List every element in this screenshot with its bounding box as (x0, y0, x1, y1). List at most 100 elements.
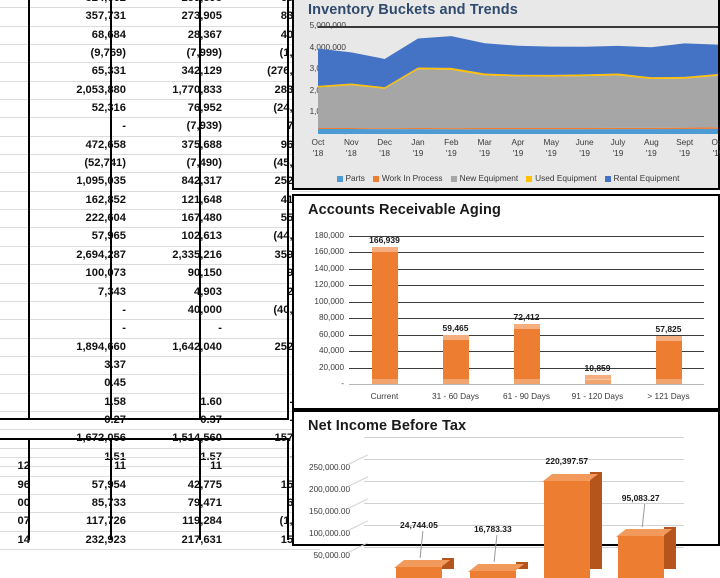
table-cell[interactable]: 375,688 (131, 136, 227, 156)
table-cell[interactable]: 842,317 (131, 172, 227, 192)
table-cell[interactable]: - (35, 117, 131, 137)
table-cell[interactable] (131, 440, 227, 459)
table-cell[interactable]: 2,335,216 (131, 246, 227, 266)
table-row[interactable]: 1.581.60-0.01 (0, 393, 320, 412)
table-cell[interactable]: 52,316 (35, 99, 131, 119)
table-row[interactable]: 14232,923217,63115,292 (0, 531, 320, 551)
table-cell[interactable]: 100,073 (35, 264, 131, 284)
table-row[interactable]: 162,852121,64841,205 (0, 191, 320, 211)
table-row[interactable]: 1,095,035842,317252,717 (0, 172, 320, 192)
table-cell[interactable]: 57,965 (35, 227, 131, 247)
net-income-chart-panel[interactable]: Net Income Before Tax 250,000.00 200,000.… (292, 410, 720, 578)
table-row[interactable]: 100,07390,1509,923 (0, 264, 320, 284)
table-cell[interactable]: 117,726 (35, 512, 131, 532)
table-row[interactable]: 0.270.37-0.10 (0, 411, 320, 431)
table-cell[interactable]: 102,613 (131, 227, 227, 247)
table-row[interactable]: 1211110 (0, 457, 320, 477)
table-row[interactable]: 222,604167,48055,124 (0, 209, 320, 229)
spreadsheet-region[interactable]: 324,662259,39865,264357,731273,90583,826… (0, 0, 320, 551)
variance-table-bottom[interactable]: 12111109657,95442,77515,1790085,73379,47… (0, 440, 320, 551)
table-cell[interactable]: 232,923 (35, 531, 131, 551)
table-row[interactable]: (9,769)(7,999)(1,770) (0, 44, 320, 64)
table-cell[interactable]: 3.37 (35, 356, 131, 376)
table-row[interactable]: 07117,726119,284(1,558) (0, 512, 320, 532)
table-cell[interactable]: 85,733 (35, 494, 131, 514)
table-cell[interactable]: - (131, 319, 227, 339)
table-cell[interactable]: 2,053,880 (35, 81, 131, 101)
table-cell[interactable]: 1.60 (131, 393, 227, 412)
table-row[interactable]: 357,731273,90583,826 (0, 7, 320, 27)
table-cell[interactable]: 4,903 (131, 283, 227, 302)
ar-aging-chart-panel[interactable]: Accounts Receivable Aging 180,000 160,000… (292, 194, 720, 410)
table-cell[interactable]: 162,852 (35, 191, 131, 211)
table-row[interactable]: 3.37 (0, 356, 320, 376)
table-cell[interactable]: 273,905 (131, 7, 227, 27)
table-cell[interactable]: 2,694,287 (35, 246, 131, 266)
table-cell[interactable]: 167,480 (131, 209, 227, 229)
table-cell[interactable] (35, 440, 131, 459)
table-cell[interactable]: 0.45 (35, 374, 131, 394)
table-cell[interactable]: 472,658 (35, 136, 131, 156)
table-row[interactable]: 0.45 (0, 374, 320, 394)
variance-table-top[interactable]: 324,662259,39865,264357,731273,90583,826… (0, 0, 320, 467)
table-row[interactable]: -(7,939)7,939 (0, 117, 320, 137)
table-row[interactable]: 2,053,8801,770,833283,047 (0, 81, 320, 101)
table-cell[interactable]: (52,741) (35, 154, 131, 174)
table-cell[interactable]: (7,490) (131, 154, 227, 174)
net-income-y-tick: 100,000.00 (309, 529, 350, 538)
table-row[interactable]: -40,000(40,000) (0, 301, 320, 321)
table-cell[interactable]: 217,631 (131, 531, 227, 551)
table-row[interactable]: 7,3434,9032,440 (0, 283, 320, 302)
table-row[interactable]: 324,662259,39865,264 (0, 0, 320, 9)
table-cell[interactable]: 90,150 (131, 264, 227, 284)
table-cell[interactable]: 68,684 (35, 26, 131, 46)
table-cell[interactable]: 7,343 (35, 283, 131, 302)
table-row[interactable]: --- (0, 319, 320, 339)
table-cell[interactable]: (9,769) (35, 44, 131, 64)
table-cell[interactable]: 1,095,035 (35, 172, 131, 192)
table-cell[interactable]: 119,284 (131, 512, 227, 532)
table-cell[interactable]: 222,604 (35, 209, 131, 229)
table-cell[interactable]: 324,662 (35, 0, 131, 9)
table-cell[interactable]: 79,471 (131, 494, 227, 514)
table-row[interactable]: (52,741)(7,490)(45,251) (0, 154, 320, 174)
table-cell[interactable]: 0.27 (35, 411, 131, 431)
ar-aging-bar (513, 324, 540, 384)
table-row[interactable]: 9657,95442,77515,179 (0, 476, 320, 496)
table-cell[interactable]: 76,952 (131, 99, 227, 119)
table-cell[interactable]: 28,367 (131, 26, 227, 46)
table-cell[interactable]: (7,939) (131, 117, 227, 137)
table-cell[interactable]: 357,731 (35, 7, 131, 27)
inventory-chart-panel[interactable]: Inventory Buckets and Trends 5,000,0004,… (292, 0, 720, 190)
table-row[interactable]: 65,331342,129(276,798) (0, 62, 320, 82)
table-cell[interactable] (131, 374, 227, 394)
table-cell[interactable]: 121,648 (131, 191, 227, 211)
table-row[interactable]: 52,31676,952(24,635) (0, 99, 320, 119)
table-cell[interactable]: 1,770,833 (131, 81, 227, 101)
ar-aging-gridline (349, 301, 704, 303)
table-cell[interactable]: 1,894,660 (35, 338, 131, 357)
table-cell[interactable]: 259,398 (131, 0, 227, 9)
table-cell[interactable]: 40,000 (131, 301, 227, 321)
table-cell[interactable]: (7,999) (131, 44, 227, 64)
table-cell[interactable]: 1.58 (35, 393, 131, 412)
table-cell[interactable]: 11 (131, 457, 227, 477)
table-cell[interactable]: 342,129 (131, 62, 227, 82)
table-cell[interactable]: 11 (35, 457, 131, 477)
table-cell[interactable]: 57,954 (35, 476, 131, 496)
table-row[interactable]: 0085,73379,4716,262 (0, 494, 320, 514)
table-cell[interactable]: 42,775 (131, 476, 227, 496)
table-row[interactable]: 57,965102,613(44,648) (0, 227, 320, 247)
table-cell[interactable]: 1,642,040 (131, 338, 227, 357)
table-cell[interactable]: - (35, 319, 131, 339)
table-cell[interactable]: - (35, 301, 131, 321)
table-row[interactable]: 2,694,2872,335,216359,071 (0, 246, 320, 266)
ar-aging-y-tick: - (341, 379, 344, 388)
table-row[interactable]: 68,68428,36740,317 (0, 26, 320, 46)
table-row[interactable]: 472,658375,68896,969 (0, 136, 320, 156)
table-row[interactable] (0, 440, 320, 459)
table-cell[interactable]: 65,331 (35, 62, 131, 82)
table-row[interactable]: 1,894,6601,642,040252,620 (0, 338, 320, 357)
table-cell[interactable]: 0.37 (131, 411, 227, 431)
table-cell[interactable] (131, 356, 227, 376)
